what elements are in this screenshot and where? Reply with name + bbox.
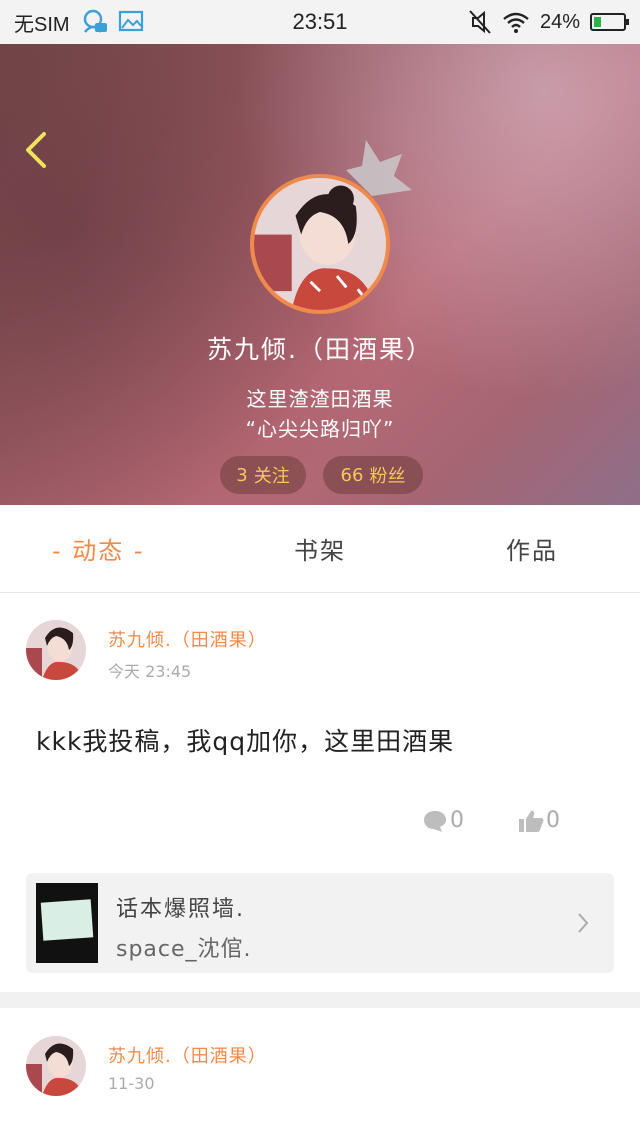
comment-icon: [424, 810, 446, 832]
profile-header: 苏九倾.（田酒果） 这里渣渣田酒果 “心尖尖路归吖” 3 关注 66 粉丝: [0, 44, 640, 505]
like-button[interactable]: 0: [518, 808, 560, 833]
fans-count: 66: [340, 464, 364, 486]
post-author-avatar[interactable]: [26, 620, 86, 680]
tab-dynamic[interactable]: - 动态 -: [52, 531, 145, 566]
avatar-photo: [26, 620, 86, 680]
fans-button[interactable]: 66 粉丝: [323, 456, 423, 494]
profile-username: 苏九倾.（田酒果）: [207, 335, 433, 364]
post-time: 今天 23:45: [108, 662, 192, 681]
carrier-label: 无SIM: [14, 13, 70, 36]
status-right: 24%: [468, 9, 640, 35]
post-author-name[interactable]: 苏九倾.（田酒果）: [108, 1042, 267, 1068]
status-bar: 无SIM 23:51 24%: [0, 0, 640, 44]
avatar-photo: [26, 1036, 86, 1096]
thumbs-up-icon: [519, 810, 544, 832]
following-button[interactable]: 3 关注: [220, 456, 306, 494]
battery-level: [594, 17, 601, 27]
battery-icon: [590, 13, 629, 31]
following-count: 3: [236, 464, 248, 486]
tab-works[interactable]: 作品: [506, 531, 558, 566]
bio-line-1: 这里渣渣田酒果: [246, 387, 394, 411]
bio-line-2: “心尖尖路归吖”: [245, 417, 395, 441]
following-label: 关注: [253, 466, 290, 487]
notification-chat-icon: [83, 9, 107, 33]
post-author-name[interactable]: 苏九倾.（田酒果）: [108, 626, 267, 652]
silent-icon: [469, 10, 491, 34]
share-subtitle: space_沈倌.: [116, 937, 252, 962]
avatar-photo: [254, 178, 386, 310]
comment-button[interactable]: 0: [422, 808, 464, 833]
tab-bookshelf[interactable]: 书架: [294, 531, 346, 566]
profile-bio: 这里渣渣田酒果 “心尖尖路归吖”: [0, 384, 640, 444]
feed-post: 苏九倾.（田酒果） 11-30: [0, 1008, 640, 1138]
fans-label: 粉丝: [369, 466, 406, 487]
profile-avatar[interactable]: [250, 174, 390, 314]
comment-count: 0: [450, 808, 464, 833]
wifi-icon: [503, 12, 529, 33]
battery-percent: 24%: [539, 10, 580, 33]
shared-link-card[interactable]: 话本爆照墙. space_沈倌.: [26, 873, 614, 973]
image-icon: [118, 10, 143, 32]
post-separator: [0, 992, 640, 1008]
like-count: 0: [546, 808, 560, 833]
post-author-avatar[interactable]: [26, 1036, 86, 1096]
share-title: 话本爆照墙.: [116, 897, 245, 922]
back-arrow-icon[interactable]: [18, 128, 54, 172]
post-time: 11-30: [108, 1074, 155, 1093]
post-content: kkk我投稿，我qq加你，这里田酒果: [36, 727, 455, 756]
tab-bar: - 动态 - 书架 作品: [0, 505, 640, 593]
feed-post: 苏九倾.（田酒果） 今天 23:45 kkk我投稿，我qq加你，这里田酒果 0 …: [0, 594, 640, 992]
status-left: 无SIM: [0, 8, 144, 37]
chevron-right-icon: [578, 913, 589, 933]
share-thumbnail: [36, 883, 98, 963]
